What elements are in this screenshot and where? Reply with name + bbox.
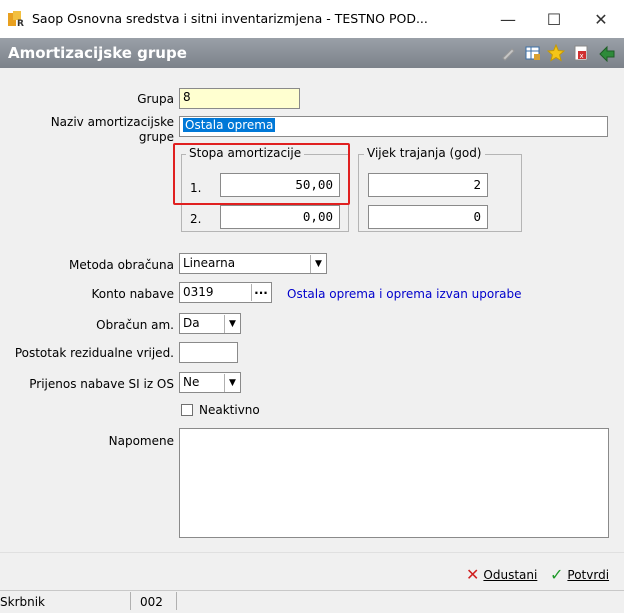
status-divider-1 xyxy=(130,592,131,610)
row2-vijek-input[interactable]: 0 xyxy=(368,205,488,229)
prijenos-label: Prijenos nabave SI iz OS xyxy=(29,377,174,391)
close-button[interactable]: ✕ xyxy=(578,0,624,38)
row1-vijek-input[interactable]: 2 xyxy=(368,173,488,197)
exit-icon[interactable] xyxy=(598,44,616,62)
cancel-x-icon: ✕ xyxy=(466,565,480,584)
konto-description: Ostala oprema i oprema izvan uporabe xyxy=(287,287,522,301)
status-divider-2 xyxy=(176,592,177,610)
potvrdi-button[interactable]: ✓ Potvrdi xyxy=(550,565,609,584)
chevron-down-icon[interactable]: ▼ xyxy=(310,255,326,273)
chevron-down-icon[interactable]: ▼ xyxy=(224,374,240,392)
grupa-input[interactable]: 8 xyxy=(179,88,300,109)
app-icon: R xyxy=(8,11,24,27)
obracun-select[interactable]: Da ▼ xyxy=(179,313,241,334)
table-icon[interactable] xyxy=(524,44,542,62)
neaktivno-label: Neaktivno xyxy=(199,403,260,417)
odustani-button[interactable]: ✕ Odustani xyxy=(466,565,537,584)
postotak-input[interactable] xyxy=(179,342,238,363)
naziv-input[interactable]: Ostala oprema xyxy=(179,116,608,137)
postotak-label: Postotak rezidualne vrijed. xyxy=(14,346,174,360)
konto-label: Konto nabave xyxy=(91,287,175,301)
row2-stopa-input[interactable]: 0,00 xyxy=(220,205,340,229)
naziv-label-line2: grupe xyxy=(138,130,174,144)
neaktivno-checkbox[interactable] xyxy=(181,404,193,416)
konto-lookup-button[interactable]: ... xyxy=(251,284,270,301)
prijenos-select-value: Ne xyxy=(183,375,200,389)
konto-input-value: 0319 xyxy=(183,285,214,299)
odustani-label: Odustani xyxy=(483,567,538,582)
prijenos-select[interactable]: Ne ▼ xyxy=(179,372,241,393)
highlight-box xyxy=(173,143,350,205)
metoda-select[interactable]: Linearna ▼ xyxy=(179,253,327,274)
bottom-divider xyxy=(0,552,624,553)
form-title: Amortizacijske grupe xyxy=(8,44,187,62)
napomene-label: Napomene xyxy=(108,434,174,448)
minimize-button[interactable]: — xyxy=(485,0,531,38)
obracun-select-value: Da xyxy=(183,316,200,330)
status-bar xyxy=(0,590,624,613)
potvrdi-label: Potvrdi xyxy=(567,567,610,582)
svg-text:R: R xyxy=(17,19,24,27)
konto-input[interactable]: 0319 ... xyxy=(179,282,272,303)
vijek-group-title: Vijek trajanja (god) xyxy=(364,146,485,160)
checkmark-icon: ✓ xyxy=(550,565,564,584)
metoda-label: Metoda obračuna xyxy=(69,258,174,272)
metoda-select-value: Linearna xyxy=(183,256,236,270)
status-code: 002 xyxy=(140,595,163,609)
edit-icon[interactable] xyxy=(500,44,518,62)
naziv-label-line1: Naziv amortizacijske xyxy=(50,115,174,129)
window-title: Saop Osnovna sredstva i sitni inventariz… xyxy=(32,11,428,26)
status-user: Skrbnik xyxy=(0,595,46,609)
maximize-button[interactable]: ☐ xyxy=(531,0,577,38)
obracun-label: Obračun am. xyxy=(96,318,174,332)
napomene-textarea[interactable] xyxy=(179,428,609,538)
delete-icon[interactable]: x xyxy=(572,44,590,62)
naziv-input-selected-text: Ostala oprema xyxy=(183,118,276,132)
grupa-label: Grupa xyxy=(137,92,174,106)
row2-label: 2. xyxy=(190,212,202,226)
chevron-down-icon[interactable]: ▼ xyxy=(224,315,240,333)
star-icon[interactable] xyxy=(547,44,565,62)
svg-text:x: x xyxy=(580,52,584,60)
